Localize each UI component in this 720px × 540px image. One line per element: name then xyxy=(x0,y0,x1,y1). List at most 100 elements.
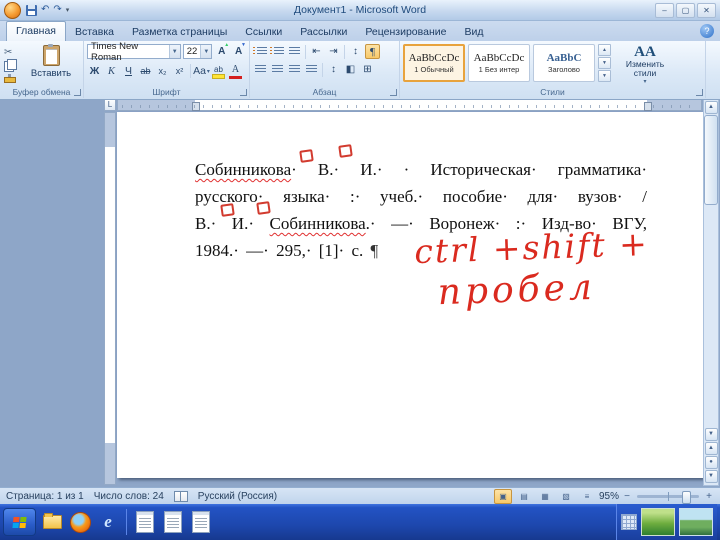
tab-rassylki[interactable]: Рассылки xyxy=(291,23,356,41)
tab-glavnaya[interactable]: Главная xyxy=(6,21,66,41)
font-name-combo[interactable]: Times New Roman ▼ xyxy=(87,41,181,63)
subscript-button[interactable]: x₂ xyxy=(155,64,170,79)
decrease-indent-icon[interactable]: ⇤ xyxy=(309,44,324,59)
print-layout-view-button[interactable]: ▣ xyxy=(493,488,512,504)
font-size-combo[interactable]: 22 ▼ xyxy=(182,44,213,59)
language-indicator[interactable]: Русский (Россия) xyxy=(198,491,277,502)
quicklaunch-firefox[interactable] xyxy=(68,510,92,534)
horizontal-ruler[interactable] xyxy=(117,99,702,111)
zoom-slider[interactable] xyxy=(637,490,699,504)
scrollbar-thumb[interactable] xyxy=(704,115,718,205)
highlight-button[interactable]: ab xyxy=(211,62,226,80)
sort-icon[interactable]: ↕ xyxy=(348,44,363,59)
cut-icon[interactable]: ✂ xyxy=(4,47,16,58)
font-dialog-launcher-icon[interactable] xyxy=(240,89,247,96)
scroll-up-icon[interactable]: ▲ xyxy=(704,101,718,114)
zoom-level[interactable]: 95% xyxy=(599,491,619,502)
show-formatting-marks-button[interactable]: ¶ xyxy=(365,44,380,59)
save-icon[interactable] xyxy=(26,4,37,16)
outline-view-button[interactable]: ▧ xyxy=(557,489,575,504)
taskbar-document-3[interactable] xyxy=(189,510,213,534)
superscript-button[interactable]: x² xyxy=(172,64,187,79)
next-page-icon[interactable]: ▼ xyxy=(704,470,718,483)
taskbar-document-2[interactable] xyxy=(161,510,185,534)
photo-thumbnail-landscape[interactable] xyxy=(679,508,713,536)
copy-icon[interactable] xyxy=(4,59,17,72)
style-card-normal[interactable]: AaBbCcDc 1 Обычный xyxy=(403,44,465,82)
handwritten-annotation: ctrl +shift + пробел xyxy=(413,223,650,314)
maximize-button[interactable]: ▢ xyxy=(676,2,695,18)
increase-indent-icon[interactable]: ⇥ xyxy=(326,44,341,59)
undo-icon[interactable]: ↶ xyxy=(41,3,49,17)
word-count[interactable]: Число слов: 24 xyxy=(94,491,164,502)
bold-button[interactable]: Ж xyxy=(87,64,102,79)
font-color-button[interactable]: А xyxy=(228,62,243,80)
web-layout-view-button[interactable]: ▦ xyxy=(536,489,554,504)
vertical-scrollbar[interactable]: ▲ ▼ ▲ ● ▼ xyxy=(703,99,719,486)
strikethrough-button[interactable]: ab xyxy=(138,64,153,79)
align-right-button[interactable] xyxy=(287,62,302,77)
grow-font-button[interactable]: А ▲ xyxy=(214,42,229,59)
close-button[interactable]: ✕ xyxy=(697,2,716,18)
shrink-font-button[interactable]: А ▼ xyxy=(231,42,246,59)
tab-vid[interactable]: Вид xyxy=(455,23,492,41)
style-card-no-spacing[interactable]: AaBbCcDc 1 Без интер xyxy=(468,44,530,82)
styles-group: AaBbCcDc 1 Обычный AaBbCcDc 1 Без интер … xyxy=(400,41,706,98)
quicklaunch-ie[interactable]: e xyxy=(96,510,120,534)
tab-stop-selector[interactable]: L xyxy=(104,99,116,111)
tray-grid-icon[interactable] xyxy=(621,514,637,530)
align-left-button[interactable] xyxy=(253,62,268,77)
previous-page-icon[interactable]: ▲ xyxy=(704,442,718,455)
shading-icon[interactable]: ◧ xyxy=(343,62,358,77)
multilevel-list-button[interactable] xyxy=(287,44,302,59)
taskbar-document-1[interactable] xyxy=(133,510,157,534)
change-case-button[interactable]: Aa ▾ xyxy=(193,64,210,79)
fullscreen-view-button[interactable]: ▤ xyxy=(515,489,533,504)
style-card-heading[interactable]: AaBbC Заголово xyxy=(533,44,595,82)
tab-vstavka[interactable]: Вставка xyxy=(66,23,123,41)
bullets-button[interactable] xyxy=(253,44,268,59)
paste-button[interactable]: Вставить xyxy=(27,44,75,79)
left-indent-marker[interactable] xyxy=(192,102,200,111)
styles-dialog-launcher-icon[interactable] xyxy=(696,89,703,96)
tab-recenzirovanie[interactable]: Рецензирование xyxy=(356,23,455,41)
italic-button[interactable]: К xyxy=(104,64,119,79)
borders-icon[interactable]: ⊞ xyxy=(360,62,375,77)
system-tray xyxy=(616,504,717,540)
vertical-ruler[interactable] xyxy=(104,112,116,485)
change-styles-button[interactable]: АА Изменить стили ▾ xyxy=(616,44,674,85)
styles-scroll-down-icon[interactable]: ▼ xyxy=(598,57,611,69)
help-button[interactable]: ? xyxy=(700,23,714,38)
scroll-down-icon[interactable]: ▼ xyxy=(704,428,718,441)
select-browse-object-icon[interactable]: ● xyxy=(704,456,718,469)
line-spacing-icon[interactable]: ↕ xyxy=(326,62,341,77)
font-name-dropdown-icon[interactable]: ▼ xyxy=(168,45,180,58)
format-painter-icon[interactable] xyxy=(4,74,16,83)
styles-gallery-more-icon[interactable]: ▼ xyxy=(598,70,611,82)
font-name-value: Times New Roman xyxy=(91,40,139,63)
align-center-button[interactable] xyxy=(270,62,285,77)
start-button[interactable] xyxy=(3,508,36,536)
underline-button[interactable]: Ч xyxy=(121,64,136,79)
proofing-status-icon[interactable] xyxy=(173,490,188,502)
paragraph-dialog-launcher-icon[interactable] xyxy=(390,89,397,96)
font-size-dropdown-icon[interactable]: ▼ xyxy=(200,45,212,58)
page-indicator[interactable]: Страница: 1 из 1 xyxy=(6,491,84,502)
styles-scroll-up-icon[interactable]: ▲ xyxy=(598,44,611,56)
tab-razmetka[interactable]: Разметка страницы xyxy=(123,23,236,41)
qat-customize-icon[interactable]: ▾ xyxy=(66,6,70,14)
minimize-button[interactable]: – xyxy=(655,2,674,18)
tab-ssylki[interactable]: Ссылки xyxy=(236,23,291,41)
right-indent-marker[interactable] xyxy=(644,102,652,111)
numbering-button[interactable] xyxy=(270,44,285,59)
clipboard-dialog-launcher-icon[interactable] xyxy=(74,89,81,96)
zoom-out-button[interactable]: − xyxy=(622,491,632,502)
quicklaunch-folder[interactable] xyxy=(40,510,64,534)
document-page[interactable]: Собинникова· В.· И.· · Историческая· гра… xyxy=(117,112,703,478)
justify-button[interactable] xyxy=(304,62,319,77)
draft-view-button[interactable]: ≡ xyxy=(578,489,596,504)
zoom-slider-thumb[interactable] xyxy=(682,490,691,504)
zoom-in-button[interactable]: + xyxy=(704,491,714,502)
photo-thumbnail-green[interactable] xyxy=(641,508,675,536)
redo-icon[interactable]: ↷ xyxy=(53,3,61,17)
